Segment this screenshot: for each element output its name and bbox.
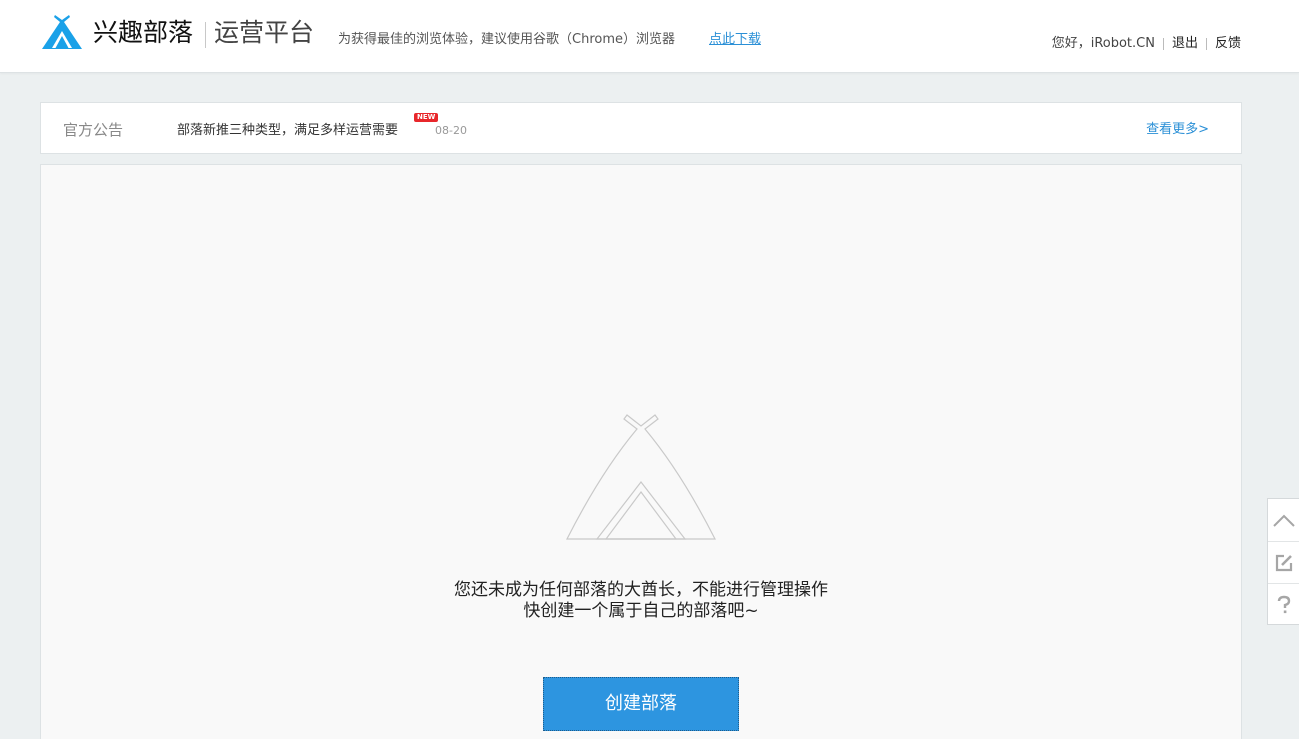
user-area: 您好，iRobot.CN 退出 反馈: [1052, 35, 1241, 53]
create-tribe-button[interactable]: 创建部落: [543, 677, 739, 731]
divider: [1162, 38, 1164, 50]
announcement-date: 08-20: [435, 124, 467, 137]
divider: [1205, 38, 1207, 50]
brand-name[interactable]: 兴趣部落: [93, 17, 193, 49]
new-badge: NEW: [414, 113, 439, 122]
platform-name: 运营平台: [214, 18, 315, 47]
help-button[interactable]: [1268, 583, 1299, 625]
float-toolbar: [1267, 498, 1299, 625]
tent-illustration-icon: [565, 412, 717, 542]
announcement-bar: 官方公告 部落新推三种类型，满足多样运营需要 NEW 08-20 查看更多>: [40, 102, 1242, 154]
announcement-label: 官方公告: [63, 121, 124, 139]
question-icon: [1277, 595, 1291, 613]
view-more-link[interactable]: 查看更多>: [1146, 121, 1209, 139]
download-chrome-link[interactable]: 点此下载: [709, 31, 761, 49]
chevron-up-icon: [1273, 514, 1295, 527]
top-header: 兴趣部落 运营平台 为获得最佳的浏览体验，建议使用谷歌（Chrome）浏览器 点…: [0, 0, 1299, 73]
logout-link[interactable]: 退出: [1172, 35, 1198, 53]
feedback-link[interactable]: 反馈: [1215, 35, 1241, 53]
empty-state-message: 您还未成为任何部落的大酋长，不能进行管理操作: [454, 580, 828, 600]
announcement-link[interactable]: 部落新推三种类型，满足多样运营需要: [177, 122, 398, 140]
tribe-logo-icon[interactable]: [40, 13, 84, 51]
main-panel: 您还未成为任何部落的大酋长，不能进行管理操作 快创建一个属于自己的部落吧~ 创建…: [40, 164, 1242, 739]
back-to-top-button[interactable]: [1268, 499, 1299, 541]
browser-tip: 为获得最佳的浏览体验，建议使用谷歌（Chrome）浏览器: [338, 32, 675, 47]
empty-state-hint: 快创建一个属于自己的部落吧~: [523, 601, 759, 621]
edit-button[interactable]: [1268, 541, 1299, 583]
edit-icon: [1275, 554, 1293, 571]
brand-divider: [205, 22, 206, 48]
user-greeting: 您好，iRobot.CN: [1051, 36, 1155, 51]
